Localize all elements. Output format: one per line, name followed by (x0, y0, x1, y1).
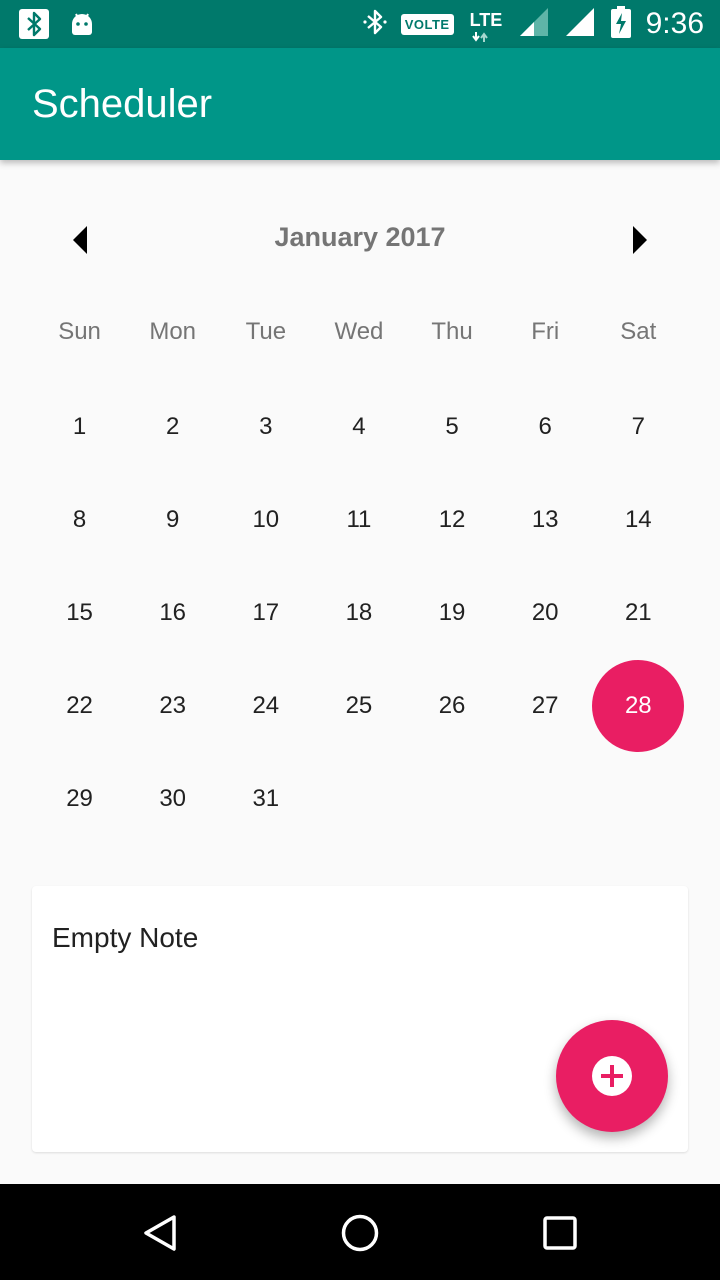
weekday-label: Fri (531, 318, 560, 345)
calendar-day[interactable]: 17 (219, 566, 312, 659)
home-button[interactable] (335, 1208, 385, 1258)
next-month-button[interactable] (618, 218, 662, 262)
day-number: 22 (66, 691, 93, 719)
calendar-day-selected[interactable]: 28 (592, 659, 685, 752)
add-note-button[interactable] (556, 1020, 668, 1132)
calendar-day[interactable]: 2 (126, 380, 219, 473)
calendar-day[interactable]: 4 (312, 380, 405, 473)
calendar-day[interactable]: 3 (219, 380, 312, 473)
note-text: Empty Note (52, 922, 199, 953)
day-number: 25 (345, 691, 373, 719)
calendar-day[interactable]: 16 (126, 566, 219, 659)
calendar-day[interactable]: 25 (312, 659, 405, 752)
calendar-day[interactable]: 15 (33, 566, 126, 659)
day-number: 6 (538, 412, 552, 440)
weekday-label: Thu (431, 318, 473, 345)
calendar-day[interactable]: 18 (312, 566, 405, 659)
calendar-day[interactable]: 22 (33, 659, 126, 752)
bluetooth-icon (363, 7, 387, 42)
weekday-label: Mon (149, 318, 197, 345)
day-number: 4 (352, 412, 366, 440)
bluetooth-icon (18, 8, 50, 45)
day-number: 5 (445, 412, 459, 440)
day-number: 8 (72, 505, 87, 533)
signal-icon (518, 6, 550, 43)
calendar-day[interactable]: 11 (312, 473, 405, 566)
day-number: 26 (438, 691, 466, 719)
day-number: 18 (345, 598, 373, 626)
day-number: 7 (631, 412, 645, 440)
calendar-day[interactable]: 14 (592, 473, 685, 566)
weekday-label: Sat (620, 318, 657, 345)
day-number: 14 (624, 505, 652, 533)
app-bar: Scheduler (0, 48, 720, 160)
calendar-day[interactable]: 30 (126, 752, 219, 845)
weekday-label: Sun (58, 318, 101, 345)
calendar-day[interactable]: 23 (126, 659, 219, 752)
signal-icon (564, 6, 596, 43)
lte-indicator: LTE (468, 4, 504, 44)
day-number: 9 (166, 505, 180, 533)
calendar-day[interactable]: 1 (33, 380, 126, 473)
app-title: Scheduler (32, 82, 213, 126)
day-number: 31 (252, 784, 280, 812)
day-number: 17 (252, 598, 280, 626)
day-number: 23 (159, 691, 187, 719)
day-number: 21 (624, 598, 652, 626)
calendar-day[interactable]: 9 (126, 473, 219, 566)
day-number: 19 (438, 598, 466, 626)
day-number: 27 (531, 691, 559, 719)
home-icon (341, 1214, 379, 1252)
chevron-right-icon (633, 226, 647, 254)
recents-button[interactable] (535, 1208, 585, 1258)
day-number: 30 (159, 784, 187, 812)
volte-badge: VOLTE (400, 13, 454, 35)
month-title: January 2017 (274, 222, 446, 252)
day-number: 28 (624, 691, 652, 719)
add-circle-icon (592, 1056, 632, 1096)
day-number: 1 (72, 412, 87, 440)
status-bar: VOLTE LTE 9:36 (0, 0, 720, 48)
calendar-day[interactable]: 7 (592, 380, 685, 473)
calendar-day[interactable]: 20 (499, 566, 592, 659)
calendar-day[interactable]: 31 (219, 752, 312, 845)
month-navigation: January 2017 (0, 196, 720, 284)
calendar-day[interactable]: 8 (33, 473, 126, 566)
calendar-day[interactable]: 29 (33, 752, 126, 845)
calendar-day[interactable]: 21 (592, 566, 685, 659)
calendar-day[interactable]: 12 (406, 473, 499, 566)
day-number: 20 (531, 598, 559, 626)
calendar-day[interactable]: 10 (219, 473, 312, 566)
calendar-day[interactable]: 27 (499, 659, 592, 752)
calendar-day[interactable]: 19 (406, 566, 499, 659)
day-number: 15 (66, 598, 93, 626)
calendar-day[interactable]: 13 (499, 473, 592, 566)
day-number: 24 (252, 691, 280, 719)
android-icon (68, 10, 96, 43)
calendar-day[interactable]: 26 (406, 659, 499, 752)
battery-charging-icon (610, 5, 632, 44)
day-number: 11 (346, 505, 372, 533)
calendar-day[interactable]: 6 (499, 380, 592, 473)
day-number: 13 (531, 505, 559, 533)
calendar-grid: 1 2 3 4 5 6 7 8 9 10 11 12 13 14 15 16 1… (33, 380, 685, 845)
calendar-day[interactable]: 24 (219, 659, 312, 752)
day-number: 29 (66, 784, 93, 812)
day-number: 16 (159, 598, 187, 626)
day-number: 3 (259, 412, 273, 440)
weekday-label: Wed (334, 318, 384, 345)
recents-icon (543, 1216, 577, 1250)
day-number: 12 (438, 505, 466, 533)
weekday-header: Sun Mon Tue Wed Thu Fri Sat (33, 310, 685, 354)
weekday-label: Tue (245, 318, 287, 345)
system-navigation-bar (0, 1184, 720, 1280)
back-button[interactable] (135, 1208, 185, 1258)
day-number: 10 (252, 505, 280, 533)
back-icon (144, 1215, 176, 1251)
day-number: 2 (166, 412, 180, 440)
calendar-day[interactable]: 5 (406, 380, 499, 473)
clock: 9:36 (645, 7, 704, 40)
